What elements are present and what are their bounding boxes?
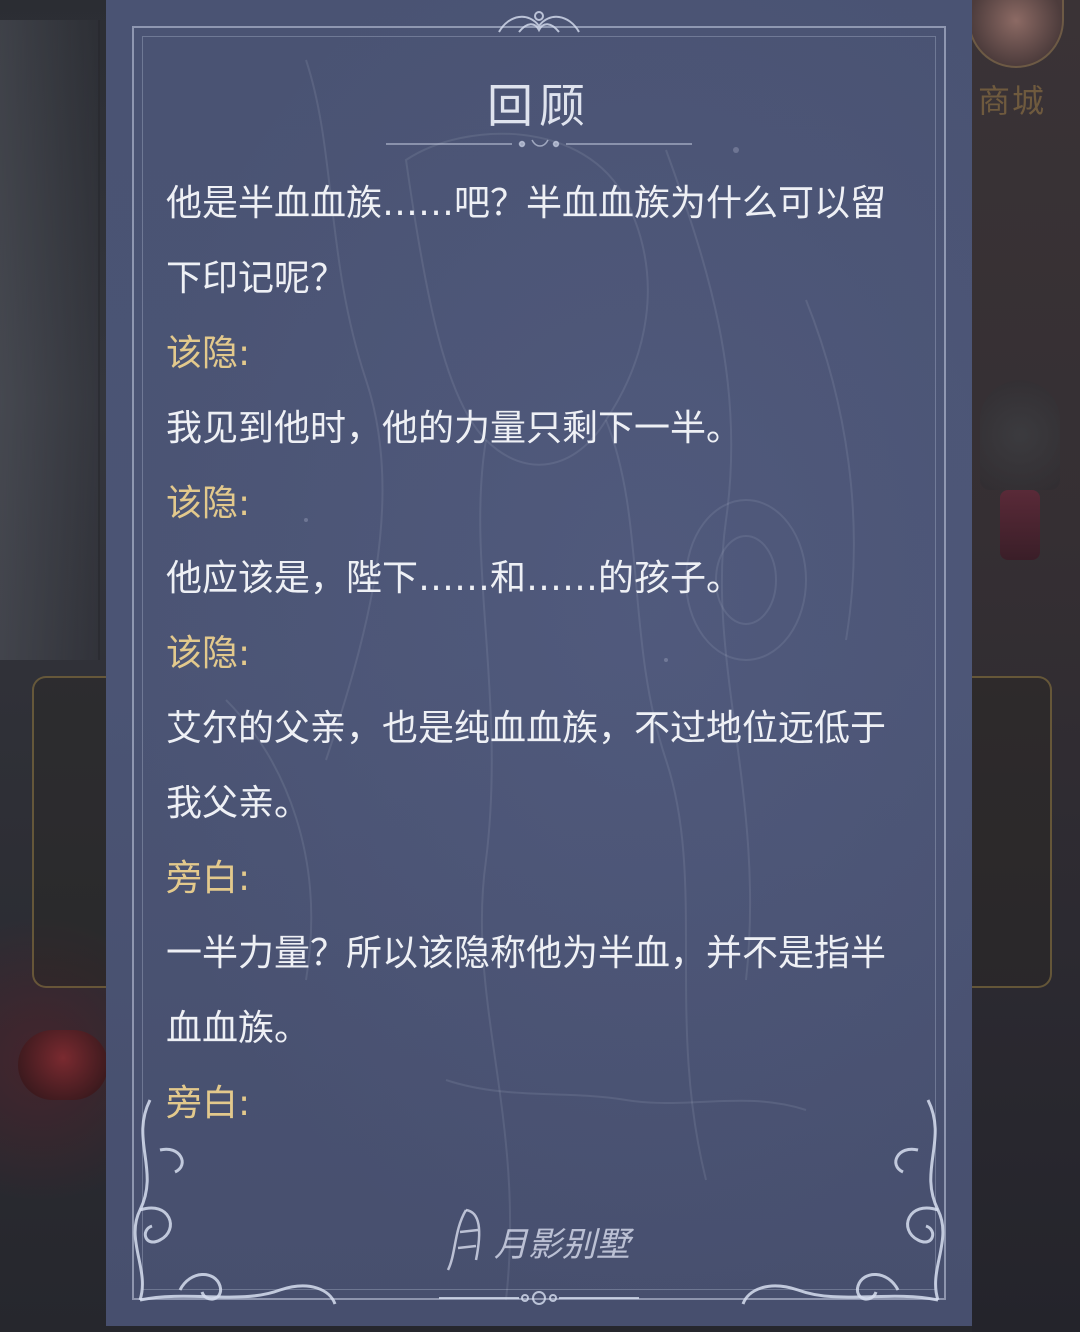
log-dialogue-line: 他应该是，陛下……和……的孩子。 xyxy=(166,558,743,599)
log-dialogue-line: 我父亲。 xyxy=(166,783,311,824)
log-speaker-name: 该隐: xyxy=(166,333,251,374)
review-log-list[interactable]: 他是半血血族……吧？半血血族为什么可以留 下印记呢？ 该隐: 我见到他时，他的力量只剩… xyxy=(166,176,926,1176)
log-dialogue-line: 下印记呢？ xyxy=(166,258,347,299)
log-speaker-name: 旁白: xyxy=(166,1083,251,1124)
background-cushion xyxy=(18,1030,108,1100)
game-logo: 月影别墅 xyxy=(446,1208,635,1271)
review-panel: 回顾 他是半血血族……吧？半血血族为什么可以留 下印记呢？ 该隐: 我见到他时，他的力… xyxy=(106,0,972,1326)
background-plant xyxy=(980,380,1060,490)
panel-title: 回顾 xyxy=(487,79,591,133)
background-vase xyxy=(1000,490,1040,560)
log-dialogue-line: 血血族。 xyxy=(166,1008,311,1049)
title-divider xyxy=(386,139,692,148)
log-dialogue-line: 我见到他时，他的力量只剩下一半。 xyxy=(166,408,743,449)
background-right-area xyxy=(972,0,1080,1332)
log-dialogue-line: 一半力量？所以该隐称他为半血，并不是指半 xyxy=(166,933,887,974)
logo-text: 月影别墅 xyxy=(494,1225,635,1265)
review-log-content: 他是半血血族……吧？半血血族为什么可以留 下印记呢？ 该隐: 我见到他时，他的力量只剩… xyxy=(166,176,926,1141)
log-dialogue-line: 他是半血血族……吧？半血血族为什么可以留 xyxy=(166,183,887,224)
log-speaker-name: 旁白: xyxy=(166,858,251,899)
log-dialogue-line: 艾尔的父亲，也是纯血血族，不过地位远低于 xyxy=(166,708,887,749)
shop-button[interactable]: 商城 xyxy=(978,76,1046,122)
log-speaker-name: 该隐: xyxy=(166,633,251,674)
background-window xyxy=(0,20,100,660)
log-speaker-name: 该隐: xyxy=(166,483,251,524)
